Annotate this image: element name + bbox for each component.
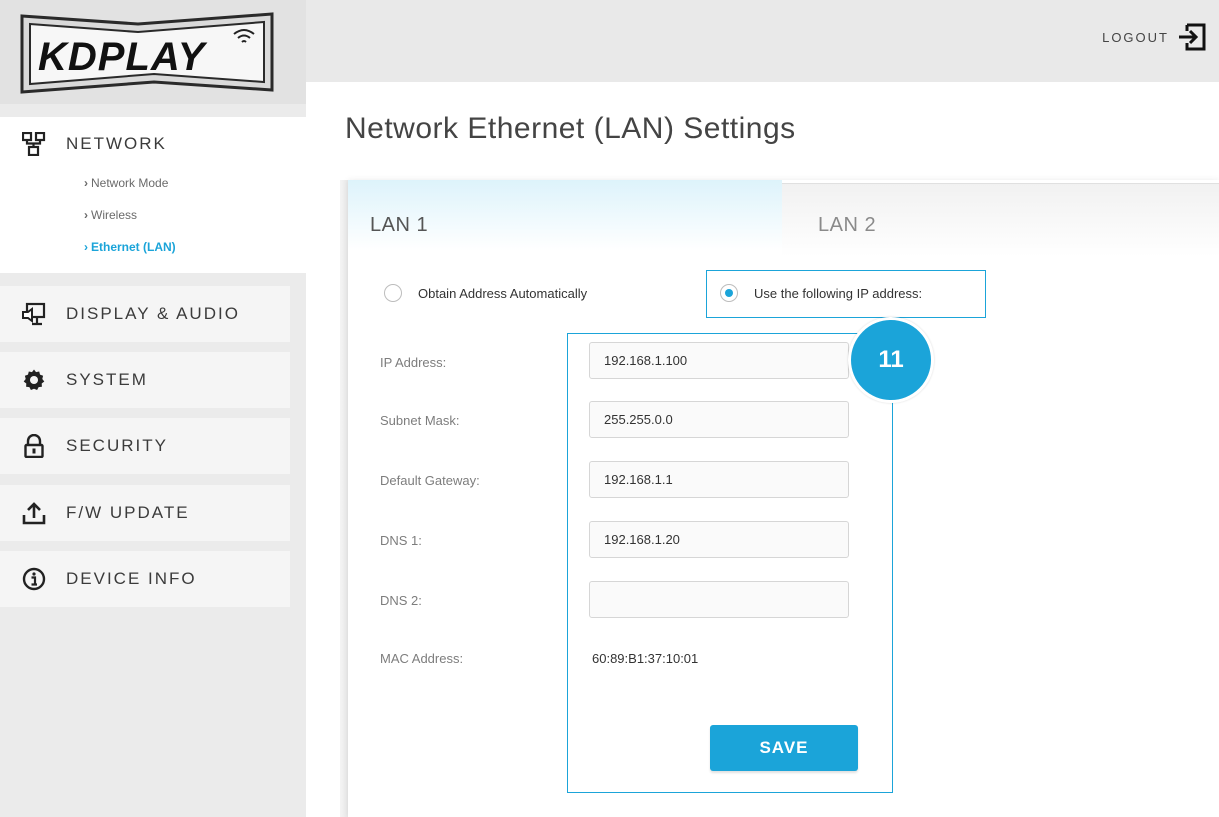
logo-area: KDPLAY [0,0,306,104]
nav-network-section: NETWORK › Network Mode › Wireless › Etherne… [0,117,306,273]
tab-lan-1-label: LAN 1 [370,214,429,236]
nav-network[interactable]: NETWORK [22,132,167,156]
logout-icon [1179,23,1206,51]
nav-security[interactable]: SECURITY [0,418,290,474]
subnet-mask-field[interactable] [589,401,849,438]
page-title: Network Ethernet (LAN) Settings [345,112,796,145]
subnav-ethernet-lan-label: Ethernet (LAN) [91,240,176,254]
dns1-label: DNS 1: [380,533,422,548]
nav-display-audio[interactable]: DISPLAY & AUDIO [0,286,290,342]
radio-obtain-label: Obtain Address Automatically [418,285,588,301]
save-button[interactable]: SAVE [710,725,858,771]
dns2-label: DNS 2: [380,593,422,608]
nav-system[interactable]: SYSTEM [0,352,290,408]
subnav-network-mode-label: Network Mode [91,176,169,190]
ip-address-label: IP Address: [380,355,447,370]
upload-icon [22,502,46,525]
nav-network-label: NETWORK [66,134,167,153]
network-subnav: › Network Mode › Wireless › Ethernet (LAN) [84,175,176,271]
gear-icon [23,369,45,390]
nav-device-info[interactable]: DEVICE INFO [0,551,290,607]
svg-text:KDPLAY: KDPLAY [38,35,208,79]
tab-lan-1[interactable]: LAN 1 [348,180,782,268]
step-callout-badge: 11 [848,317,934,403]
tab-lan-2[interactable]: LAN 2 [782,183,1219,265]
nav-device-info-label: DEVICE INFO [66,569,197,588]
dns1-field[interactable] [589,521,849,558]
default-gateway-field[interactable] [589,461,849,498]
nav-fw-update-label: F/W UPDATE [66,503,190,522]
subnet-mask-label: Subnet Mask: [380,413,460,428]
radio-circle[interactable] [384,284,402,302]
dns2-field[interactable] [589,581,849,618]
ip-address-field[interactable] [589,342,849,379]
logout-button[interactable]: LOGOUT [1102,22,1207,52]
chevron-right-icon: › [84,240,88,254]
top-bar: LOGOUT [306,0,1219,82]
tab-lan-2-label: LAN 2 [818,214,877,236]
chevron-right-icon: › [84,208,88,222]
nav-security-label: SECURITY [66,436,168,455]
subnav-ethernet-lan[interactable]: › Ethernet (LAN) [84,239,176,271]
nav-display-audio-label: DISPLAY & AUDIO [66,304,240,323]
default-gateway-label: Default Gateway: [380,473,480,488]
info-icon [22,567,46,591]
sidebar: KDPLAY NETWORK › Network Mode › Wireless ›… [0,0,306,817]
network-icon [22,132,46,156]
logout-label: LOGOUT [1102,29,1169,45]
display-audio-icon [22,302,46,326]
subnav-network-mode[interactable]: › Network Mode [84,175,176,207]
chevron-right-icon: › [84,176,88,190]
lock-icon [24,434,44,458]
radio-circle-checked[interactable] [720,284,738,302]
mac-address-value: 60:89:B1:37:10:01 [592,651,699,666]
mac-address-label: MAC Address: [380,651,464,666]
subnav-wireless[interactable]: › Wireless [84,207,176,239]
nav-fw-update[interactable]: F/W UPDATE [0,485,290,541]
radio-static-label: Use the following IP address: [754,285,923,301]
subnav-wireless-label: Wireless [91,208,138,222]
kdplay-logo: KDPLAY [20,12,274,94]
nav-system-label: SYSTEM [66,370,148,389]
radio-use-static-ip[interactable]: Use the following IP address: [720,284,922,302]
radio-obtain-automatically[interactable]: Obtain Address Automatically [384,284,587,302]
